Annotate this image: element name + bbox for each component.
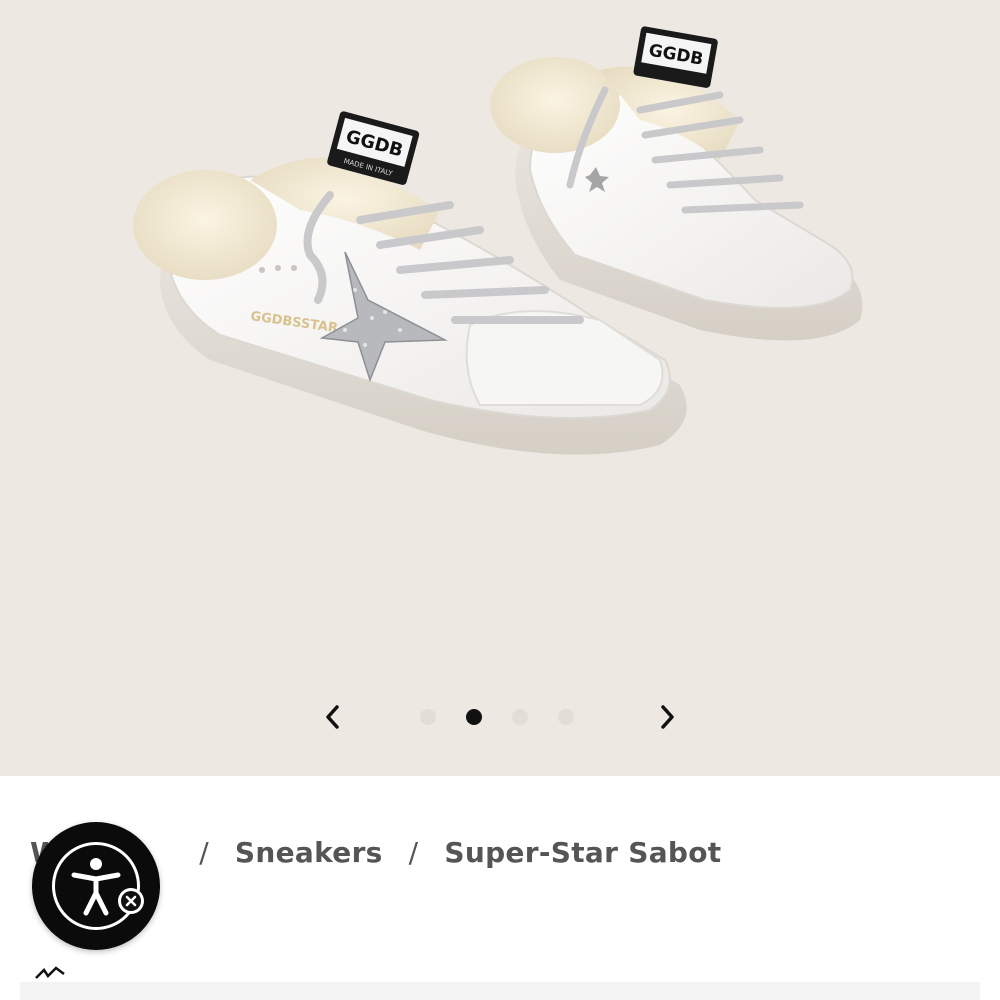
product-page: GGDB GGDB MADE IN ITALY GGDBSSTAR / Snea… [0,0,1000,1000]
breadcrumb-separator: / [408,835,419,869]
breadcrumb-separator: / [199,835,209,869]
content-strip [20,982,980,1000]
accessibility-person-icon [71,858,121,916]
close-icon [121,891,141,911]
accessibility-ring [52,842,140,930]
partial-logo-mark [35,966,65,979]
breadcrumb-item-sneakers[interactable]: Sneakers [235,836,383,869]
slide-dot-3[interactable] [512,709,528,725]
previous-slide-button[interactable] [316,700,350,734]
product-image-gallery[interactable]: GGDB GGDB MADE IN ITALY GGDBSSTAR [0,0,1000,776]
chevron-right-icon [661,705,674,729]
breadcrumb-item-current: Super-Star Sabot [444,835,722,869]
accessibility-close-button[interactable] [118,888,144,914]
carousel-navigation [0,700,1000,734]
slide-dot-4[interactable] [558,709,574,725]
next-slide-button[interactable] [650,700,684,734]
slide-dot-2[interactable] [466,709,482,725]
accessibility-button[interactable] [32,822,160,950]
slide-indicators [420,707,574,727]
slide-dot-1[interactable] [420,709,436,725]
product-photo: GGDB GGDB MADE IN ITALY GGDBSSTAR [133,26,863,455]
chevron-left-icon [326,705,339,729]
